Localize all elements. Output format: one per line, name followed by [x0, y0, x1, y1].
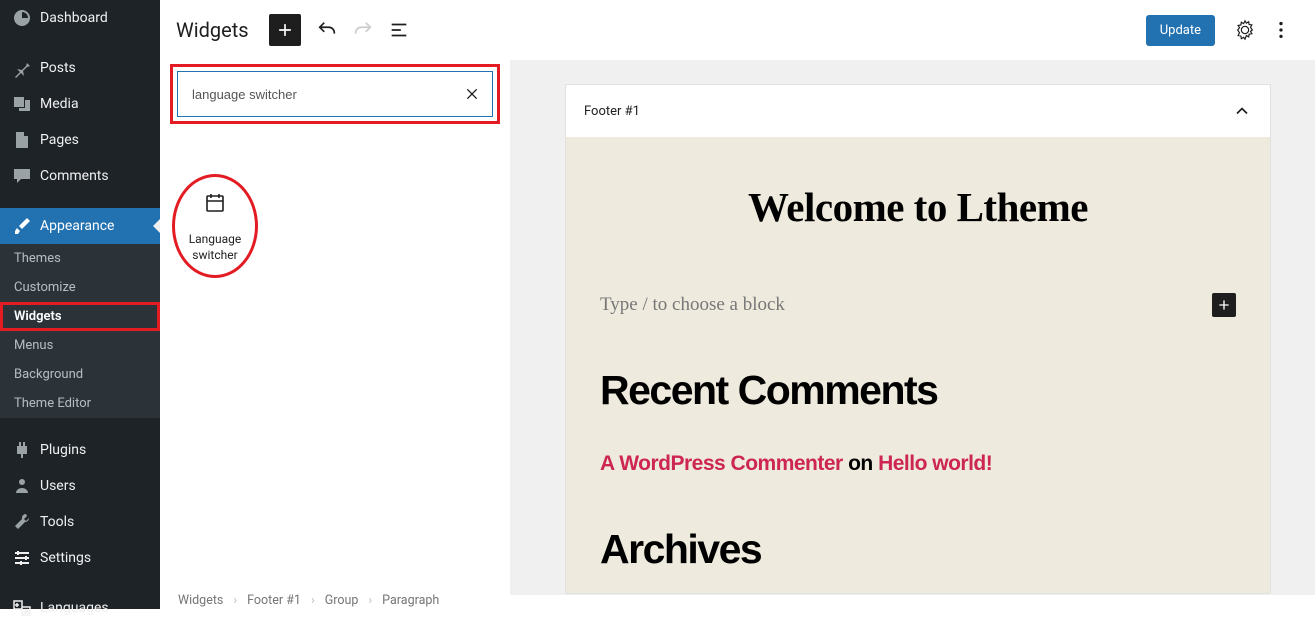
- sidebar-item-languages[interactable]: Languages: [0, 590, 160, 626]
- search-highlight-annotation: [170, 64, 500, 124]
- plus-icon: [1216, 297, 1232, 313]
- breadcrumb-separator: ›: [368, 593, 372, 608]
- chevron-up-icon: [1232, 101, 1252, 121]
- sidebar-sub-themes[interactable]: Themes: [0, 244, 160, 273]
- widget-area-footer-1: Footer #1 Welcome to Ltheme Type / to ch…: [565, 84, 1271, 594]
- sidebar-item-users[interactable]: Users: [0, 468, 160, 504]
- sidebar-item-comments[interactable]: Comments: [0, 158, 160, 194]
- sidebar-item-label: Comments: [40, 168, 109, 184]
- list-view-icon: [388, 19, 410, 41]
- translate-icon: [12, 598, 32, 618]
- pin-icon: [12, 58, 32, 78]
- sliders-icon: [12, 548, 32, 568]
- admin-sidebar: Dashboard Posts Media Pages Comments App…: [0, 0, 160, 609]
- redo-icon: [352, 19, 374, 41]
- more-vertical-icon: [1270, 19, 1292, 41]
- media-icon: [12, 94, 32, 114]
- comment-icon: [12, 166, 32, 186]
- sidebar-sub-menus[interactable]: Menus: [0, 331, 160, 360]
- sidebar-item-posts[interactable]: Posts: [0, 50, 160, 86]
- sidebar-item-label: Languages: [40, 600, 109, 616]
- block-inserter-panel: Language switcher: [160, 60, 510, 609]
- brush-icon: [12, 216, 32, 236]
- sidebar-sub-widgets[interactable]: Widgets: [0, 302, 160, 331]
- page-title: Widgets: [176, 18, 249, 42]
- block-search-input[interactable]: [178, 87, 452, 102]
- sidebar-item-tools[interactable]: Tools: [0, 504, 160, 540]
- more-options-button[interactable]: [1263, 12, 1299, 48]
- settings-button[interactable]: [1227, 12, 1263, 48]
- update-button[interactable]: Update: [1146, 15, 1215, 46]
- sidebar-item-settings[interactable]: Settings: [0, 540, 160, 576]
- block-search-wrap: [177, 71, 493, 117]
- sidebar-item-label: Settings: [40, 550, 91, 566]
- post-link[interactable]: Hello world!: [878, 452, 992, 475]
- sidebar-item-pages[interactable]: Pages: [0, 122, 160, 158]
- user-icon: [12, 476, 32, 496]
- sidebar-item-label: Posts: [40, 60, 76, 76]
- clear-search-button[interactable]: [452, 74, 492, 114]
- sidebar-item-label: Media: [40, 96, 79, 112]
- close-icon: [464, 86, 480, 102]
- sidebar-submenu-appearance: Themes Customize Widgets Menus Backgroun…: [0, 244, 160, 418]
- block-item-language-switcher[interactable]: Language switcher: [172, 174, 258, 278]
- sidebar-sub-theme-editor[interactable]: Theme Editor: [0, 389, 160, 418]
- sidebar-item-media[interactable]: Media: [0, 86, 160, 122]
- widget-area-header[interactable]: Footer #1: [566, 85, 1270, 137]
- breadcrumb-item[interactable]: Group: [325, 593, 359, 608]
- plugin-icon: [12, 440, 32, 460]
- breadcrumb-item[interactable]: Footer #1: [247, 593, 301, 608]
- sidebar-item-appearance[interactable]: Appearance: [0, 208, 160, 244]
- undo-button[interactable]: [311, 14, 343, 46]
- on-text: on: [843, 452, 878, 475]
- sidebar-item-plugins[interactable]: Plugins: [0, 432, 160, 468]
- sidebar-item-label: Plugins: [40, 442, 86, 458]
- recent-comments-heading: Recent Comments: [600, 367, 1236, 414]
- plus-icon: [275, 20, 295, 40]
- breadcrumb-item[interactable]: Paragraph: [382, 593, 439, 608]
- breadcrumb-separator: ›: [311, 593, 315, 608]
- block-breadcrumb: Widgets › Footer #1 › Group › Paragraph: [178, 591, 439, 609]
- editor-topbar: Widgets Update: [160, 0, 1315, 60]
- dashboard-icon: [12, 8, 32, 28]
- inline-add-block-button[interactable]: [1212, 293, 1236, 317]
- block-results-grid: Language switcher: [160, 124, 510, 278]
- sidebar-item-dashboard[interactable]: Dashboard: [0, 0, 160, 36]
- widget-area-title: Footer #1: [584, 104, 640, 119]
- archives-heading: Archives: [600, 526, 1236, 573]
- wrench-icon: [12, 512, 32, 532]
- block-item-label: Language switcher: [189, 231, 242, 263]
- add-block-button[interactable]: [269, 14, 301, 46]
- language-switcher-block-icon: [203, 191, 227, 215]
- undo-icon: [316, 19, 338, 41]
- sidebar-item-label: Users: [40, 478, 76, 494]
- list-view-button[interactable]: [383, 14, 415, 46]
- sidebar-item-label: Tools: [40, 514, 74, 530]
- sidebar-sub-background[interactable]: Background: [0, 360, 160, 389]
- sidebar-item-label: Dashboard: [40, 10, 108, 26]
- recent-comment-entry: A WordPress Commenter on Hello world!: [600, 452, 1236, 476]
- block-appender-row: Type / to choose a block: [600, 293, 1236, 317]
- redo-button[interactable]: [347, 14, 379, 46]
- widget-area-body: Welcome to Ltheme Type / to choose a blo…: [566, 137, 1270, 593]
- sidebar-sub-customize[interactable]: Customize: [0, 273, 160, 302]
- sidebar-item-label: Pages: [40, 132, 79, 148]
- breadcrumb-separator: ›: [233, 593, 237, 608]
- gear-icon: [1234, 19, 1256, 41]
- commenter-link[interactable]: A WordPress Commenter: [600, 452, 843, 475]
- page-icon: [12, 130, 32, 150]
- widget-preview-panel: Footer #1 Welcome to Ltheme Type / to ch…: [510, 60, 1315, 595]
- block-appender-prompt[interactable]: Type / to choose a block: [600, 294, 785, 316]
- breadcrumb-item[interactable]: Widgets: [178, 593, 223, 608]
- welcome-heading: Welcome to Ltheme: [600, 183, 1236, 231]
- sidebar-item-label: Appearance: [40, 218, 114, 234]
